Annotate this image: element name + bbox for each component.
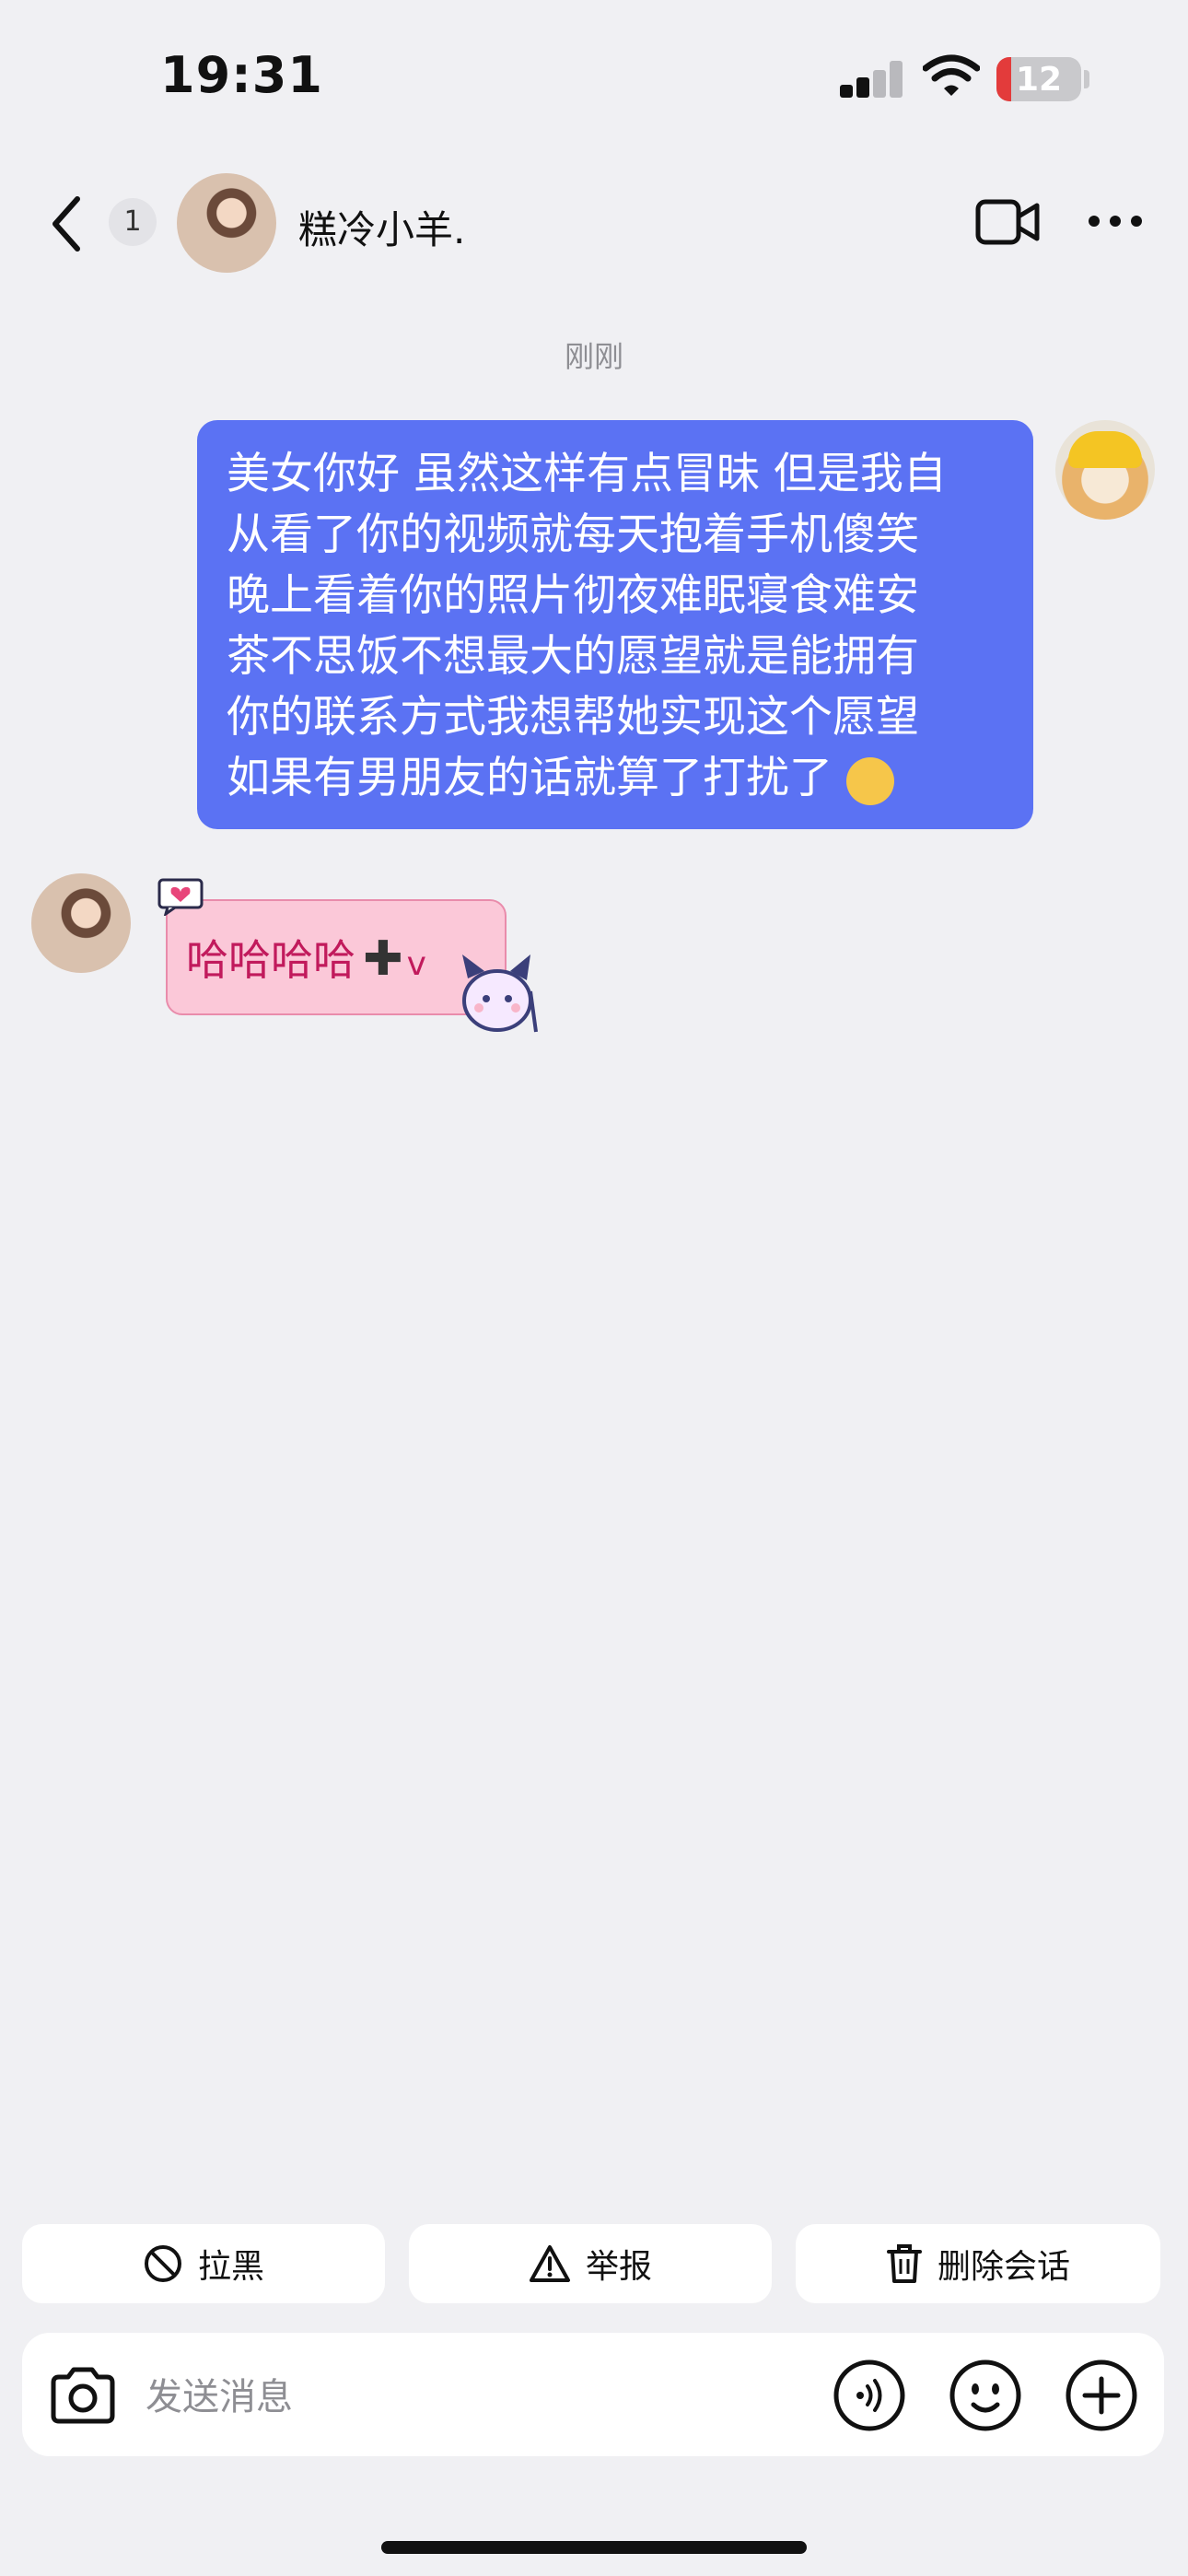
mascot-sticker-icon [462,954,538,1033]
plus-glyph: ✚ [363,931,403,987]
status-time: 19:31 [160,46,323,104]
video-call-icon[interactable] [974,196,1041,248]
message-input[interactable] [144,2364,792,2430]
sent-message-line: 你的联系方式我想帮她实现这个愿望 [227,692,919,743]
emoji-icon[interactable] [949,2359,1022,2432]
block-icon [144,2245,181,2282]
warning-icon [529,2245,570,2282]
sent-message-line: 茶不思饭不想最大的愿望就是能拥有 [227,631,919,682]
add-attachment-icon[interactable] [1065,2359,1138,2432]
sent-message-last-line: 如果有男朋友的话就算了打扰了 [227,748,1004,809]
back-icon[interactable] [44,192,90,256]
my-avatar[interactable] [1055,420,1155,520]
sent-message-line: 晚上看着你的照片彻夜难眠寝食难安 [227,570,919,621]
block-label: 拉黑 [197,2248,264,2286]
battery-level: 12 [1015,61,1063,99]
voice-message-icon[interactable] [833,2359,906,2432]
sent-message-bubble[interactable]: 美女你好 虽然这样有点冒昧 但是我自 从看了你的视频就每天抱着手机傻笑 晚上看着… [197,420,1033,829]
battery-tip [1084,70,1089,88]
report-button[interactable]: 举报 [409,2224,772,2303]
contact-avatar[interactable] [177,173,276,273]
contact-message-avatar[interactable] [31,873,131,973]
wifi-icon [923,54,980,96]
camera-icon[interactable] [46,2362,120,2429]
delete-conversation-label: 删除会话 [937,2248,1070,2286]
block-button[interactable]: 拉黑 [22,2224,385,2303]
cellular-signal-icon [840,61,903,98]
home-indicator[interactable] [381,2541,807,2554]
report-label: 举报 [585,2248,652,2286]
sent-message-line: 美女你好 虽然这样有点冒昧 但是我自 [227,449,947,499]
bowing-emoji-icon [845,756,894,805]
contact-name[interactable]: 糕冷小羊. [298,199,465,255]
battery-icon: 12 [996,57,1081,101]
sent-message-line: 如果有男朋友的话就算了打扰了 [227,753,833,803]
received-message-text: 哈哈哈哈 [186,935,355,985]
more-options-icon[interactable] [1087,210,1144,232]
delete-conversation-button[interactable]: 删除会话 [796,2224,1160,2303]
sent-message-line: 从看了你的视频就每天抱着手机傻笑 [227,509,919,560]
trash-icon [886,2244,922,2283]
unread-badge[interactable]: 1 [109,198,157,246]
received-message-suffix: v [406,945,426,983]
message-timestamp: 刚刚 [564,339,623,374]
heart-badge-icon [157,878,204,916]
